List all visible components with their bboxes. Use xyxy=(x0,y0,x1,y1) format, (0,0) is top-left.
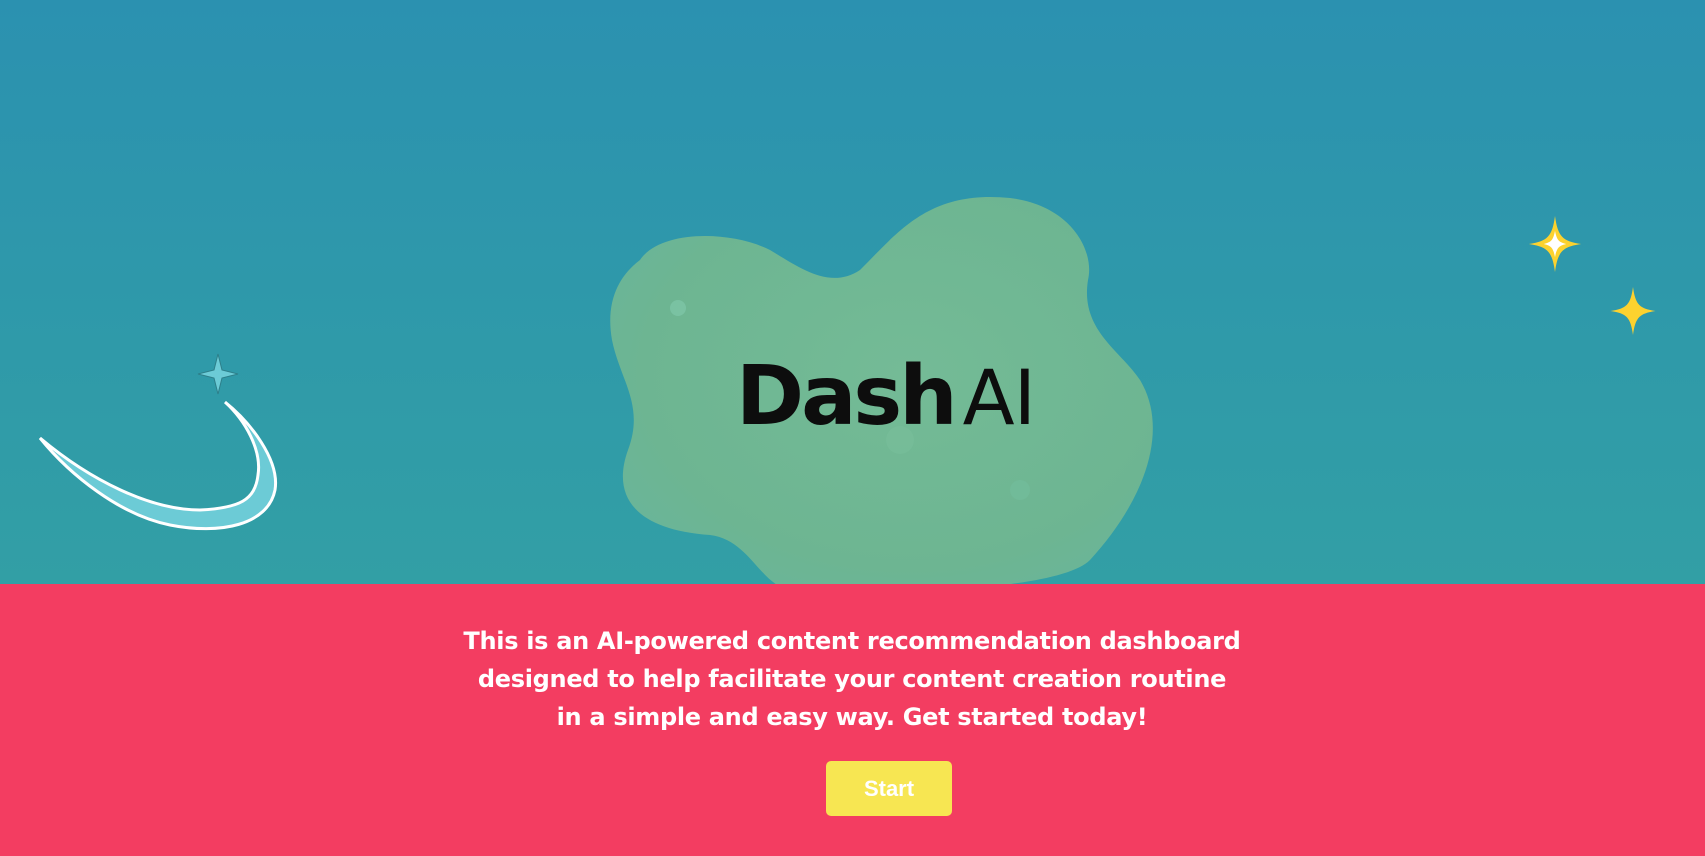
tagline-line: in a simple and easy way. Get started to… xyxy=(556,703,1148,731)
intro-tagline: This is an AI-powered content recommenda… xyxy=(352,622,1352,736)
hero-section: Dash AI xyxy=(0,0,1705,584)
logo-dash-text: Dash xyxy=(736,349,958,444)
start-button[interactable]: Start xyxy=(826,761,952,816)
landing-page: Dash AI This is an AI-powered content re… xyxy=(0,0,1705,856)
sparkle-icon xyxy=(1610,287,1656,335)
intro-band: This is an AI-powered content recommenda… xyxy=(0,584,1705,856)
brand-logo: Dash AI xyxy=(736,349,1036,444)
tagline-line: designed to help facilitate your content… xyxy=(477,665,1227,693)
tagline-line: This is an AI-powered content recommenda… xyxy=(463,627,1241,655)
swoosh-icon xyxy=(38,353,278,531)
sparkle-icon xyxy=(1528,216,1582,272)
logo-ai-text: AI xyxy=(962,353,1036,442)
